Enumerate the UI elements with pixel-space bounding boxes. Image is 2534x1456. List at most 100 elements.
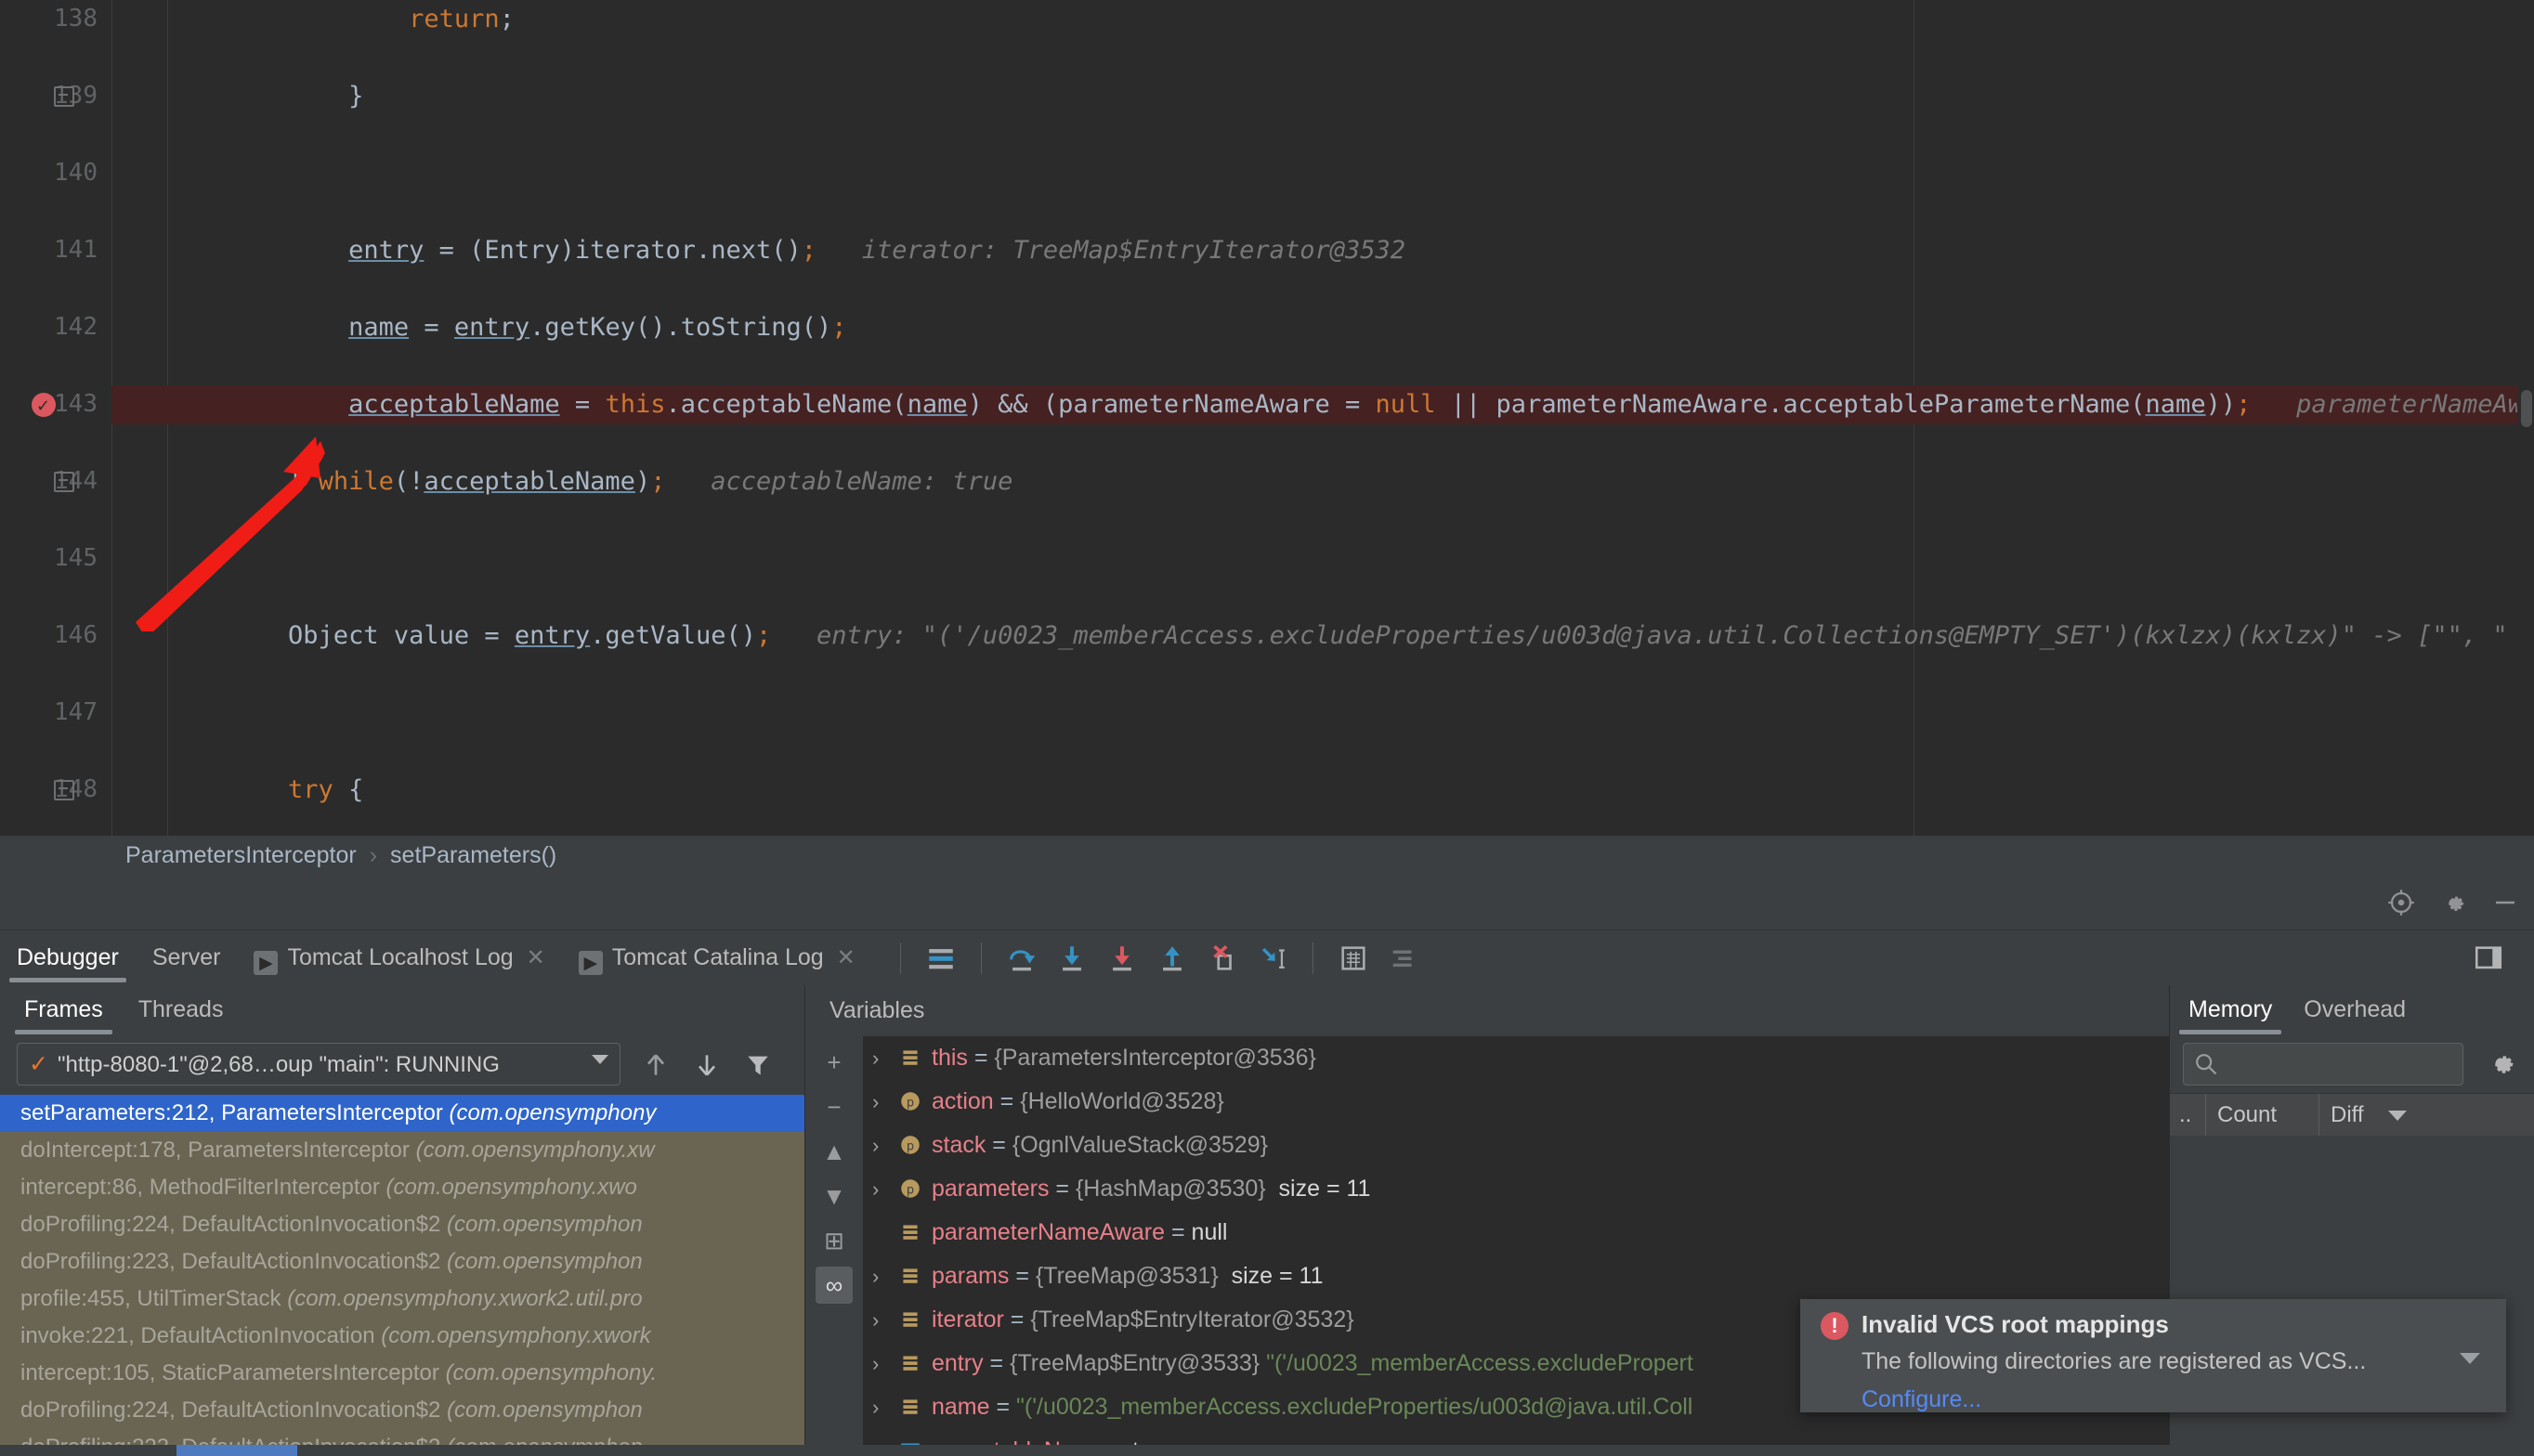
tab-tomcat-localhost-log[interactable]: ▶ Tomcat Localhost Log ✕ (237, 930, 561, 986)
tab-overhead[interactable]: Overhead (2304, 985, 2406, 1036)
frames-list[interactable]: setParameters:212, ParametersInterceptor… (0, 1095, 804, 1456)
frame-row[interactable]: doIntercept:178, ParametersInterceptor (… (0, 1132, 804, 1169)
layout-settings-icon[interactable] (2473, 942, 2504, 974)
chevron-down-icon[interactable] (2460, 1353, 2480, 1364)
minimize-icon[interactable] (2491, 889, 2519, 916)
show-execution-point-icon[interactable] (925, 942, 957, 974)
code-line[interactable]: 138 return; (0, 0, 2534, 39)
code-line[interactable]: 142 name = entry.getKey().toString(); (0, 308, 2534, 347)
bottom-tab-indicator[interactable] (176, 1445, 297, 1456)
frame-row[interactable]: intercept:86, MethodFilterInterceptor (c… (0, 1169, 804, 1206)
chevron-down-icon[interactable] (592, 1055, 608, 1064)
step-over-icon[interactable] (1006, 942, 1038, 974)
frame-row[interactable]: doProfiling:224, DefaultActionInvocation… (0, 1206, 804, 1243)
breadcrumb-class[interactable]: ParametersInterceptor (125, 842, 357, 868)
code-fold-icon[interactable] (54, 85, 74, 107)
memory-tabbar[interactable]: Memory Overhead (2170, 985, 2534, 1036)
svg-text:p: p (907, 1096, 914, 1110)
breadcrumb-method[interactable]: setParameters() (390, 842, 556, 868)
expand-chevron-icon[interactable]: › (872, 1342, 898, 1385)
gear-icon[interactable] (2439, 889, 2467, 916)
tab-debugger[interactable]: Debugger (0, 930, 136, 986)
code-line[interactable]: 146 Object value = entry.getValue(); ent… (0, 617, 2534, 656)
filter-icon[interactable] (743, 1050, 773, 1080)
frame-row[interactable]: intercept:105, StaticParametersIntercept… (0, 1355, 804, 1392)
expand-chevron-icon[interactable]: › (872, 1124, 898, 1167)
target-icon[interactable] (2387, 889, 2415, 916)
arrow-up-icon[interactable] (641, 1050, 671, 1080)
chevron-down-icon[interactable] (2388, 1111, 2407, 1121)
frame-method: profile:455, UtilTimerStack (20, 1286, 281, 1311)
code-line[interactable]: 145 (0, 540, 2534, 578)
add-icon[interactable]: + (816, 1044, 853, 1081)
gear-icon[interactable] (2484, 1046, 2517, 1080)
tab-threads[interactable]: Threads (138, 985, 224, 1036)
frame-row[interactable]: setParameters:212, ParametersInterceptor… (0, 1095, 804, 1132)
variable-row[interactable]: › p stack = {OgnlValueStack@3529} (863, 1124, 2169, 1167)
down-icon[interactable]: ▼ (816, 1177, 853, 1215)
variable-row[interactable]: › this = {ParametersInterceptor@3536} (863, 1036, 2169, 1080)
variable-row[interactable]: › params = {TreeMap@3531} size = 11 (863, 1254, 2169, 1298)
copy-icon[interactable]: ⊞ (816, 1222, 853, 1259)
settings-list-icon[interactable] (1388, 942, 1419, 974)
variable-name: entry (932, 1350, 984, 1376)
breadcrumb[interactable]: ParametersInterceptor › setParameters() (0, 836, 2534, 876)
code-fold-icon[interactable] (54, 471, 74, 492)
column-class[interactable]: .. (2179, 1094, 2191, 1137)
thread-selector[interactable]: ✓ "http-8080-1"@2,68…oup "main": RUNNING (17, 1043, 620, 1086)
variables-toolbar[interactable]: + − ▲ ▼ ⊞ ∞ (805, 1036, 863, 1456)
frame-row[interactable]: doProfiling:224, DefaultActionInvocation… (0, 1392, 804, 1429)
remove-icon[interactable]: − (816, 1088, 853, 1125)
expand-chevron-icon[interactable]: › (872, 1036, 898, 1080)
expand-chevron-icon[interactable]: › (872, 1254, 898, 1298)
line-number: 142 (54, 313, 98, 341)
watch-icon[interactable]: ∞ (816, 1267, 853, 1304)
close-icon[interactable]: ✕ (837, 945, 856, 970)
force-step-into-icon[interactable] (1106, 942, 1138, 974)
editor-scrollbar-thumb[interactable] (2521, 390, 2532, 427)
tab-server[interactable]: Server (136, 930, 238, 986)
tab-memory[interactable]: Memory (2178, 985, 2282, 1036)
frame-row[interactable]: doProfiling:223, DefaultActionInvocation… (0, 1243, 804, 1280)
column-count[interactable]: Count (2205, 1094, 2277, 1137)
memory-search-input[interactable] (2183, 1043, 2463, 1086)
memory-column-headers[interactable]: .. Count Diff (2170, 1093, 2534, 1138)
tab-label: Debugger (17, 944, 119, 970)
code-line[interactable]: 140 (0, 154, 2534, 193)
code-line[interactable]: 141 entry = (Entry)iterator.next(); iter… (0, 231, 2534, 270)
code-line[interactable]: 147 (0, 694, 2534, 733)
frame-row[interactable]: invoke:221, DefaultActionInvocation (com… (0, 1318, 804, 1355)
step-into-icon[interactable] (1056, 942, 1088, 974)
evaluate-expression-icon[interactable] (1338, 942, 1369, 974)
step-out-icon[interactable] (1156, 942, 1188, 974)
notification-balloon[interactable]: ! Invalid VCS root mappings The followin… (1800, 1299, 2506, 1412)
code-fold-icon[interactable] (54, 779, 74, 800)
frame-row[interactable]: profile:455, UtilTimerStack (com.opensym… (0, 1280, 804, 1318)
column-diff[interactable]: Diff (2318, 1094, 2364, 1137)
variable-row[interactable]: parameterNameAware = null (863, 1211, 2169, 1254)
code-line[interactable]: 139 } (0, 77, 2534, 116)
arrow-down-icon[interactable] (692, 1050, 722, 1080)
debug-tab-bar[interactable]: Debugger Server ▶ Tomcat Localhost Log ✕ ▶… (0, 930, 2534, 986)
configure-link[interactable]: Configure... (1861, 1386, 1981, 1413)
tab-frames[interactable]: Frames (15, 985, 112, 1036)
up-icon[interactable]: ▲ (816, 1133, 853, 1170)
code-editor[interactable]: 138 return; 139 } 140 141 entry = (Entry… (0, 0, 2534, 836)
expand-chevron-icon[interactable]: › (872, 1385, 898, 1429)
expand-chevron-icon[interactable]: › (872, 1080, 898, 1124)
run-to-cursor-icon[interactable] (1257, 942, 1288, 974)
line-number: 140 (54, 159, 98, 187)
variable-row[interactable]: › p action = {HelloWorld@3528} (863, 1080, 2169, 1124)
editor-scrollbar[interactable] (2517, 0, 2534, 836)
code-line[interactable]: 144 } while(!acceptableName); acceptable… (0, 462, 2534, 501)
close-icon[interactable]: ✕ (527, 945, 545, 970)
drop-frame-icon[interactable] (1207, 942, 1238, 974)
expand-chevron-icon[interactable]: › (872, 1298, 898, 1342)
tab-tomcat-catalina-log[interactable]: ▶ Tomcat Catalina Log ✕ (562, 930, 872, 986)
code-line[interactable]: 148 try { (0, 771, 2534, 810)
frames-tabbar[interactable]: Frames Threads (0, 985, 804, 1036)
breakpoint-icon[interactable] (32, 387, 56, 425)
variable-row[interactable]: › p parameters = {HashMap@3530} size = 11 (863, 1167, 2169, 1211)
expand-chevron-icon[interactable]: › (872, 1167, 898, 1211)
code-line-breakpoint[interactable]: 143 acceptableName = this.acceptableName… (0, 385, 2534, 425)
